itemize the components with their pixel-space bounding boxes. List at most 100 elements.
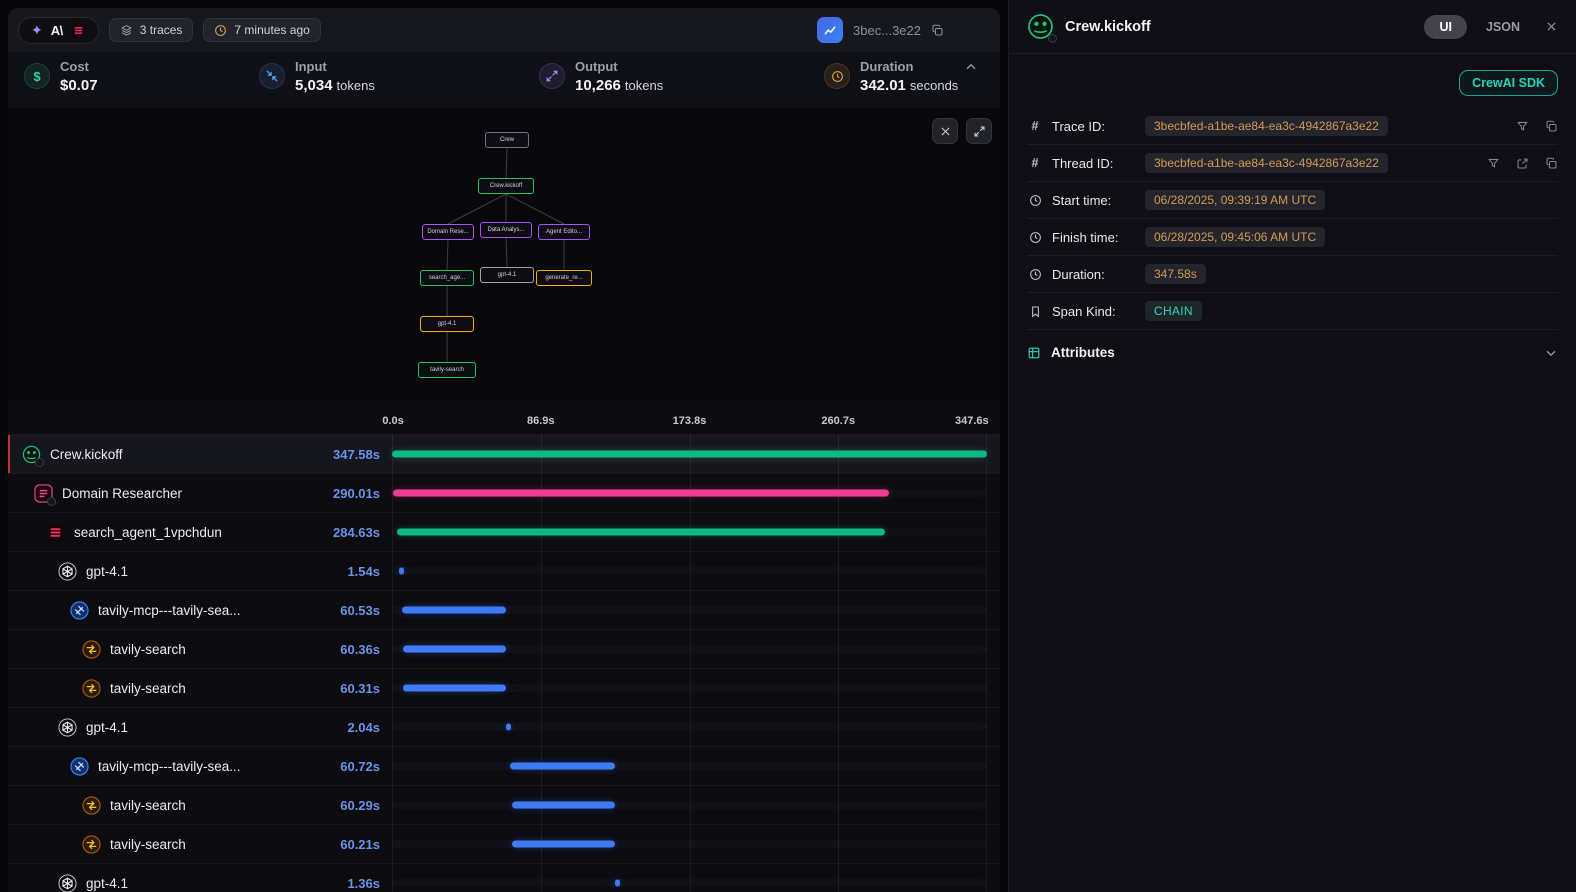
span-row[interactable]: gpt-4.12.04s bbox=[8, 707, 1000, 746]
span-row[interactable]: tavily-search60.36s bbox=[8, 629, 1000, 668]
span-name: tavily-search bbox=[110, 681, 331, 696]
graph-expand-button[interactable] bbox=[966, 118, 992, 144]
span-row[interactable]: search_agent_1vpchdun284.63s bbox=[8, 512, 1000, 551]
mcp-icon bbox=[70, 601, 89, 620]
span-row[interactable]: tavily-mcp---tavily-sea... 60.72s bbox=[8, 746, 1000, 785]
graph-node[interactable]: Data Analys... bbox=[480, 222, 532, 238]
axis-tick: 86.9s bbox=[527, 415, 555, 427]
span-bar bbox=[392, 451, 987, 458]
detail-field-row: #Trace ID:3becbfed-a1be-ae84-ea3c-494286… bbox=[1027, 108, 1558, 145]
metric-cost: $Cost$0.07 bbox=[24, 59, 259, 94]
clock-icon bbox=[1027, 231, 1043, 244]
span-name: Crew.kickoff bbox=[50, 447, 324, 462]
span-bar bbox=[403, 646, 507, 653]
time-ago-label: 7 minutes ago bbox=[234, 23, 309, 37]
hash-icon: # bbox=[1027, 156, 1043, 170]
time-ago-badge: 7 minutes ago bbox=[203, 18, 320, 42]
attributes-label: Attributes bbox=[1051, 345, 1534, 360]
metric-label: Output bbox=[575, 59, 663, 74]
tab-json[interactable]: JSON bbox=[1486, 20, 1520, 34]
external-icon[interactable] bbox=[1516, 157, 1529, 170]
span-bar-lane bbox=[392, 747, 987, 785]
span-row[interactable]: gpt-4.11.54s bbox=[8, 551, 1000, 590]
span-duration: 2.04s bbox=[347, 720, 392, 735]
crew-icon bbox=[1027, 13, 1054, 40]
span-name: gpt-4.1 bbox=[86, 564, 338, 579]
mcp-icon bbox=[70, 757, 89, 776]
span-name: search_agent_1vpchdun bbox=[74, 525, 324, 540]
span-bar-lane bbox=[392, 708, 987, 746]
layers-icon bbox=[120, 24, 133, 37]
field-label: Thread ID: bbox=[1052, 156, 1136, 171]
filter-icon[interactable] bbox=[1487, 157, 1500, 170]
copy-icon[interactable] bbox=[1545, 120, 1558, 133]
graph-node[interactable]: Crew.kickoff bbox=[478, 178, 534, 194]
panel-close-icon[interactable] bbox=[1545, 20, 1558, 33]
traces-badge[interactable]: 3 traces bbox=[109, 18, 194, 42]
stripes-icon bbox=[46, 523, 65, 542]
attributes-section[interactable]: Attributes bbox=[1009, 330, 1576, 375]
span-bar-lane bbox=[392, 435, 987, 473]
graph-node[interactable]: Crew bbox=[485, 132, 529, 148]
field-label: Trace ID: bbox=[1052, 119, 1136, 134]
graph-node[interactable]: generate_re... bbox=[536, 270, 592, 286]
span-bar bbox=[397, 529, 884, 536]
graph-node[interactable]: gpt-4.1 bbox=[420, 316, 474, 332]
metric-duration: Duration342.01seconds bbox=[824, 59, 958, 94]
graph-node[interactable]: search_age... bbox=[420, 270, 474, 286]
graph-node[interactable]: tavily-search bbox=[418, 362, 476, 378]
span-row[interactable]: tavily-search60.21s bbox=[8, 824, 1000, 863]
span-bar bbox=[506, 724, 511, 731]
span-name: gpt-4.1 bbox=[86, 876, 338, 891]
span-duration: 1.36s bbox=[347, 876, 392, 891]
field-value: 06/28/2025, 09:39:19 AM UTC bbox=[1145, 190, 1325, 210]
graph-node[interactable]: Agent Edito... bbox=[538, 224, 590, 240]
filter-icon[interactable] bbox=[1516, 120, 1529, 133]
field-value: 3becbfed-a1be-ae84-ea3c-4942867a3e22 bbox=[1145, 153, 1388, 173]
copy-icon[interactable] bbox=[931, 24, 944, 37]
graph-node[interactable]: Domain Rese... bbox=[422, 224, 474, 240]
panel-title: Crew.kickoff bbox=[1065, 19, 1151, 35]
span-row[interactable]: Domain Researcher290.01s bbox=[8, 473, 1000, 512]
chevron-down-icon[interactable] bbox=[1544, 346, 1558, 360]
trace-id-short: 3bec...3e22 bbox=[853, 23, 921, 38]
openai-icon bbox=[58, 718, 77, 737]
detail-field-row: Duration:347.58s bbox=[1027, 256, 1558, 293]
span-bar-lane bbox=[392, 552, 987, 590]
span-row[interactable]: tavily-mcp---tavily-sea...60.53s bbox=[8, 590, 1000, 629]
collapse-chevron-icon[interactable] bbox=[964, 60, 978, 74]
trace-card: ✦ A\ 3 traces 7 minutes ago 3bec...3e22 bbox=[8, 8, 1000, 892]
clock-icon bbox=[824, 63, 850, 89]
trace-pane: ✦ A\ 3 traces 7 minutes ago 3bec...3e22 bbox=[0, 0, 1008, 892]
metric-label: Cost bbox=[60, 59, 98, 74]
tavily-icon bbox=[82, 640, 101, 659]
detail-field-row: Span Kind:CHAIN bbox=[1027, 293, 1558, 330]
span-bar bbox=[403, 685, 506, 692]
span-bar-lane bbox=[392, 864, 987, 892]
metric-label: Duration bbox=[860, 59, 958, 74]
graph-node[interactable]: gpt-4.1 bbox=[480, 267, 534, 283]
span-duration: 60.72s bbox=[340, 759, 392, 774]
metric-label: Input bbox=[295, 59, 375, 74]
span-name: tavily-mcp---tavily-sea... bbox=[98, 759, 331, 774]
span-row[interactable]: tavily-search60.29s bbox=[8, 785, 1000, 824]
input-icon bbox=[259, 63, 285, 89]
chart-button[interactable] bbox=[817, 17, 843, 43]
tavily-icon bbox=[82, 796, 101, 815]
trace-graph: Crew Crew.kickoff Domain Rese... Data Analy… bbox=[8, 108, 1000, 400]
ai-logo: A\ bbox=[51, 23, 63, 38]
span-row[interactable]: gpt-4.1 1.36s bbox=[8, 863, 1000, 892]
field-label: Span Kind: bbox=[1052, 304, 1136, 319]
span-row[interactable]: tavily-search60.31s bbox=[8, 668, 1000, 707]
logo-pill: ✦ A\ bbox=[18, 17, 99, 44]
span-row[interactable]: Crew.kickoff347.58s bbox=[8, 434, 1000, 473]
span-name: tavily-search bbox=[110, 642, 331, 657]
span-rows: Crew.kickoff347.58sDomain Researcher290.… bbox=[8, 434, 1000, 892]
graph-close-button[interactable] bbox=[932, 118, 958, 144]
copy-icon[interactable] bbox=[1545, 157, 1558, 170]
graph-edges bbox=[8, 108, 1000, 400]
span-bar bbox=[512, 802, 615, 809]
tab-ui[interactable]: UI bbox=[1424, 15, 1467, 39]
agent-icon bbox=[34, 484, 53, 503]
tavily-icon bbox=[82, 835, 101, 854]
